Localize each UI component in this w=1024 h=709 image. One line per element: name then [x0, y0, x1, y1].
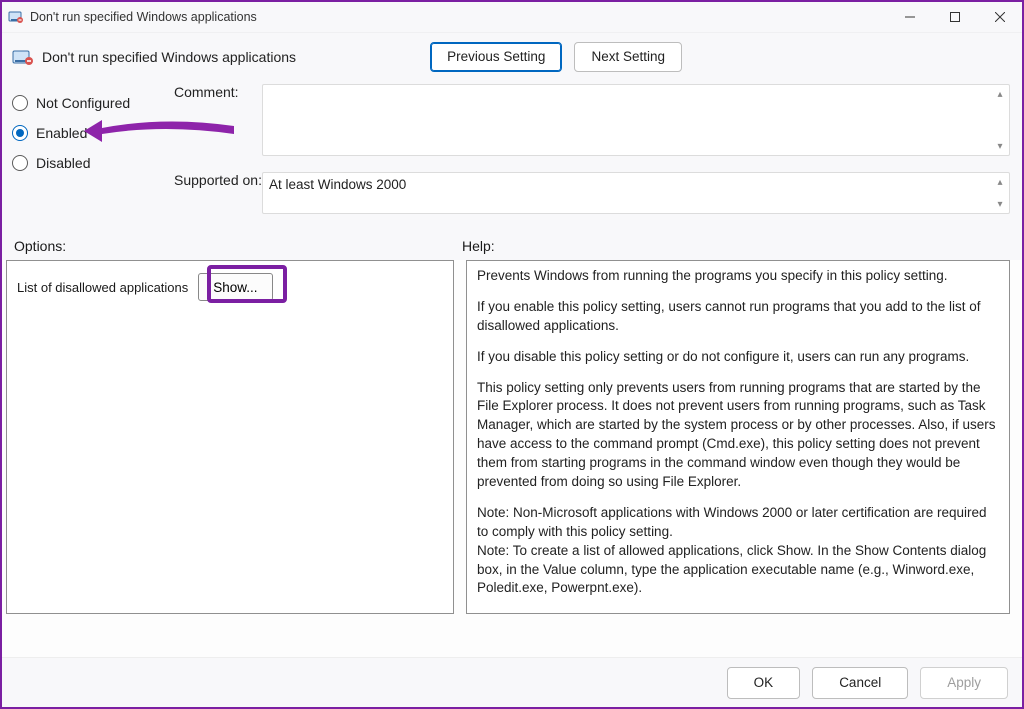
- radio-label: Disabled: [36, 155, 90, 171]
- help-paragraph: If you disable this policy setting or do…: [477, 348, 999, 367]
- comment-textarea[interactable]: ▴ ▾: [262, 84, 1010, 156]
- apply-button[interactable]: Apply: [920, 667, 1008, 699]
- radio-disabled[interactable]: Disabled: [12, 148, 162, 178]
- ok-button[interactable]: OK: [727, 667, 801, 699]
- maximize-button[interactable]: [932, 2, 977, 32]
- close-button[interactable]: [977, 2, 1022, 32]
- cancel-button[interactable]: Cancel: [812, 667, 908, 699]
- help-paragraph: This policy setting only prevents users …: [477, 379, 999, 492]
- help-panel: Prevents Windows from running the progra…: [466, 260, 1010, 614]
- section-labels: Options: Help:: [2, 228, 1022, 260]
- policy-window-icon: [8, 9, 24, 25]
- options-section-label: Options:: [14, 238, 462, 254]
- policy-icon: [12, 47, 34, 67]
- policy-title: Don't run specified Windows applications: [42, 49, 296, 65]
- window-title: Don't run specified Windows applications: [30, 10, 257, 24]
- options-panel: List of disallowed applications Show...: [6, 260, 454, 614]
- help-paragraph: Prevents Windows from running the progra…: [477, 267, 999, 286]
- help-paragraph: If you enable this policy setting, users…: [477, 298, 999, 336]
- radio-label: Not Configured: [36, 95, 130, 111]
- radio-not-configured[interactable]: Not Configured: [12, 88, 162, 118]
- help-paragraph: Note: Non-Microsoft applications with Wi…: [477, 504, 999, 542]
- titlebar: Don't run specified Windows applications: [2, 2, 1022, 32]
- policy-header: Don't run specified Windows applications…: [2, 32, 1022, 80]
- help-paragraph: Note: To create a list of allowed applic…: [477, 542, 999, 599]
- disallowed-apps-label: List of disallowed applications: [17, 280, 188, 295]
- panels: List of disallowed applications Show... …: [2, 260, 1022, 624]
- minimize-button[interactable]: [887, 2, 932, 32]
- next-setting-button[interactable]: Next Setting: [574, 42, 682, 72]
- settings-area: Not Configured Enabled Disabled Comment:…: [2, 80, 1022, 228]
- show-button[interactable]: Show...: [198, 273, 272, 301]
- radio-icon: [12, 125, 28, 141]
- scroll-up-icon[interactable]: ▴: [993, 175, 1007, 189]
- scroll-down-icon[interactable]: ▾: [993, 197, 1007, 211]
- comment-label: Comment:: [174, 84, 262, 156]
- supported-on-label: Supported on:: [174, 172, 262, 188]
- scroll-down-icon[interactable]: ▾: [993, 139, 1007, 153]
- radio-icon: [12, 95, 28, 111]
- help-section-label: Help:: [462, 238, 495, 254]
- scroll-up-icon[interactable]: ▴: [993, 87, 1007, 101]
- radio-label: Enabled: [36, 125, 87, 141]
- dialog-footer: OK Cancel Apply: [2, 657, 1022, 707]
- previous-setting-button[interactable]: Previous Setting: [430, 42, 562, 72]
- supported-on-field: At least Windows 2000 ▴ ▾: [262, 172, 1010, 214]
- supported-on-value: At least Windows 2000: [269, 177, 406, 192]
- radio-enabled[interactable]: Enabled: [12, 118, 162, 148]
- radio-icon: [12, 155, 28, 171]
